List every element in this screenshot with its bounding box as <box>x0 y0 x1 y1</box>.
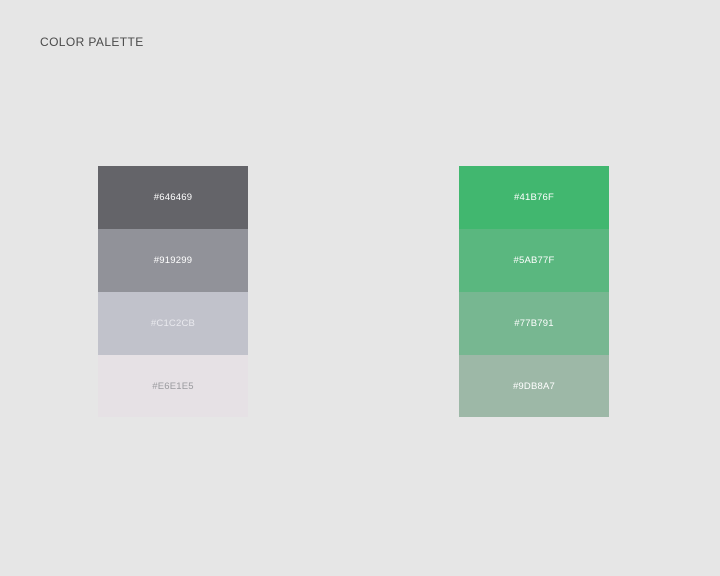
swatch-hex-label: #E6E1E5 <box>152 380 194 392</box>
swatch-green-2: #5AB77F <box>459 229 609 292</box>
swatch-hex-label: #919299 <box>153 255 193 266</box>
gray-palette-column: #646469 #919299 #C1C2CB #E6E1E5 <box>98 166 248 417</box>
swatch-gray-2: #919299 <box>98 229 248 292</box>
swatch-hex-label: #77B791 <box>514 318 554 329</box>
swatch-gray-3: #C1C2CB <box>98 292 248 355</box>
green-palette-column: #41B76F #5AB77F #77B791 #9DB8A7 <box>459 166 609 417</box>
swatch-hex-label: #646469 <box>153 192 193 203</box>
page-title: COLOR PALETTE <box>40 35 144 49</box>
swatch-green-1: #41B76F <box>459 166 609 229</box>
swatch-green-3: #77B791 <box>459 292 609 355</box>
swatch-green-4: #9DB8A7 <box>459 355 609 417</box>
swatch-hex-label: #41B76F <box>514 192 554 203</box>
swatch-gray-1: #646469 <box>98 166 248 229</box>
swatch-gray-4: #E6E1E5 <box>98 355 248 417</box>
swatch-hex-label: #C1C2CB <box>150 318 196 329</box>
swatch-hex-label: #9DB8A7 <box>512 380 556 392</box>
swatch-hex-label: #5AB77F <box>513 255 555 266</box>
